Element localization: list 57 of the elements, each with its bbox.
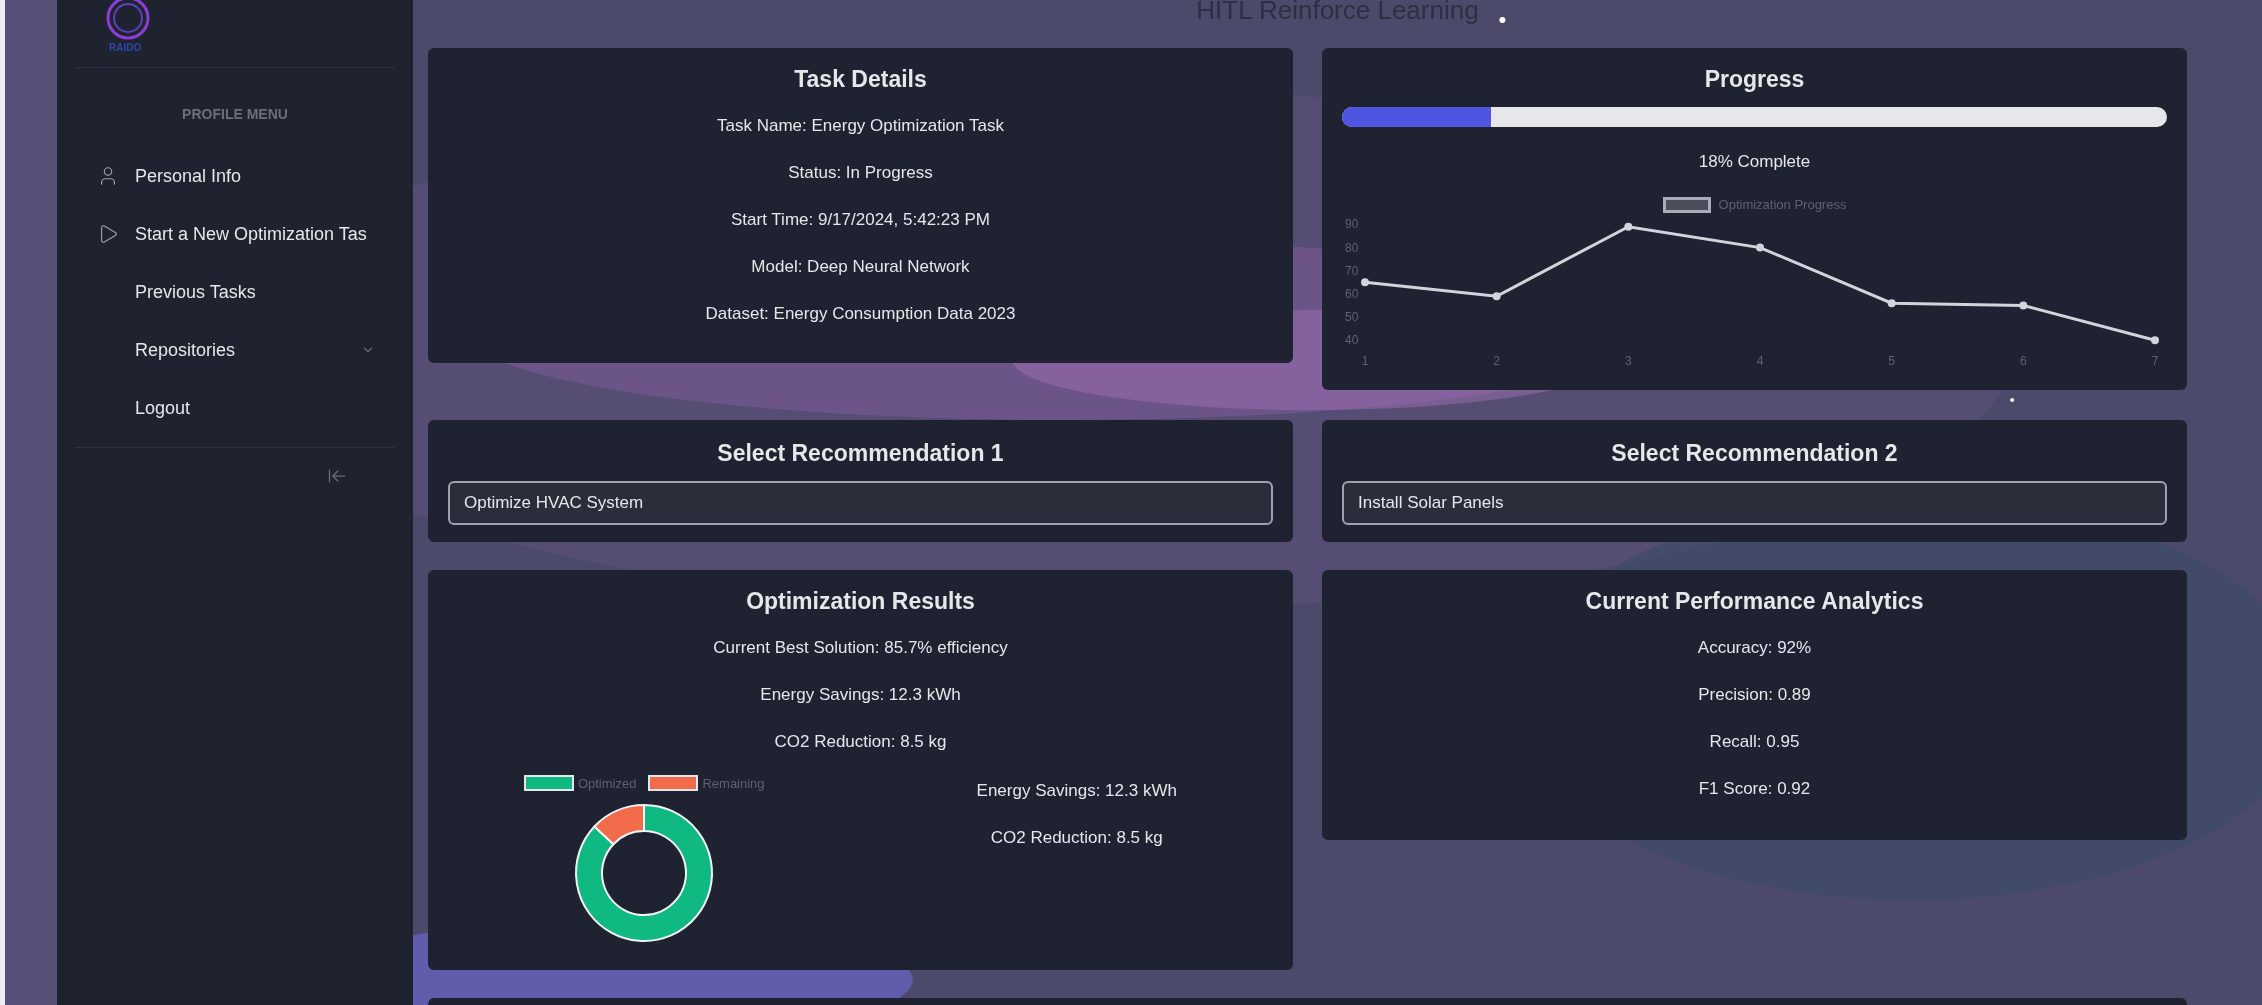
menu-heading: PROFILE MENU: [182, 105, 288, 124]
card-title: Select Recommendation 1: [717, 439, 1004, 468]
detail-text: Start Time: 9/17/2024, 5:42:23 PM: [731, 208, 990, 231]
menu-item[interactable]: Logout: [75, 379, 395, 437]
legend-label: Remaining: [702, 774, 765, 793]
detail-text: Status: In Progress: [788, 161, 933, 184]
legend-swatch-icon: [648, 775, 699, 792]
legend-label: Optimization Progress: [1718, 196, 1847, 215]
card-title: Task Details: [794, 65, 927, 94]
card-title: Current Performance Analytics: [1585, 587, 1924, 616]
legend-swatch-icon: [1662, 197, 1711, 213]
x-tick-label: 4: [1756, 354, 1763, 368]
data-point: [1755, 243, 1764, 252]
menu-item[interactable]: Start a New Optimization Tas: [75, 205, 395, 263]
result-text: CO2 Reduction: 8.5 kg: [990, 826, 1163, 849]
card-title: Select Recommendation 2: [1611, 439, 1898, 468]
data-point: [1887, 299, 1896, 308]
x-tick-label: 6: [2019, 354, 2027, 368]
data-point: [2018, 301, 2027, 310]
y-tick-label: 80: [1344, 240, 1358, 255]
menu-item[interactable]: Repositories: [75, 321, 395, 379]
y-tick-label: 40: [1344, 333, 1358, 348]
result-text: Current Best Solution: 85.7% efficiency: [713, 636, 1008, 659]
legend-swatch-icon: [523, 775, 574, 792]
metric-text: F1 Score: 0.92: [1698, 777, 1811, 800]
result-text: CO2 Reduction: 8.5 kg: [774, 730, 947, 753]
metric-text: Accuracy: 92%: [1697, 636, 1812, 659]
card-title: Progress: [1704, 65, 1805, 94]
y-tick-label: 50: [1344, 310, 1358, 325]
logo-text: RAIDO: [109, 41, 142, 55]
detail-text: Dataset: Energy Consumption Data 2023: [705, 302, 1016, 325]
y-tick-label: 90: [1344, 218, 1358, 232]
select-field[interactable]: Optimize HVAC System: [448, 480, 1273, 525]
progress-reading: 18% Complete: [1698, 150, 1811, 173]
x-tick-label: 3: [1624, 354, 1632, 368]
metric-text: Recall: 0.95: [1709, 730, 1800, 753]
y-tick-label: 70: [1344, 263, 1358, 278]
metric-text: Precision: 0.89: [1698, 683, 1811, 706]
data-point: [1623, 222, 1632, 231]
result-text: Energy Savings: 12.3 kWh: [760, 683, 961, 706]
legend-label: Optimized: [577, 774, 637, 793]
data-point: [2150, 336, 2159, 345]
logo-icon: [105, 0, 151, 40]
data-point: [1360, 278, 1369, 287]
menu-item[interactable]: Personal Info: [75, 147, 395, 205]
card-title: Optimization Results: [746, 587, 975, 616]
x-tick-label: 2: [1492, 354, 1500, 368]
x-tick-label: 5: [1887, 354, 1895, 368]
menu-item[interactable]: Previous Tasks: [75, 263, 395, 321]
x-tick-label: 1: [1361, 354, 1368, 368]
data-point: [1492, 292, 1501, 301]
result-text: Energy Savings: 12.3 kWh: [976, 779, 1177, 802]
x-tick-label: 7: [2151, 354, 2158, 368]
detail-text: Model: Deep Neural Network: [751, 255, 970, 278]
y-tick-label: 60: [1344, 286, 1358, 301]
detail-text: Task Name: Energy Optimization Task: [717, 114, 1004, 137]
select-field[interactable]: Install Solar Panels: [1342, 480, 2167, 525]
